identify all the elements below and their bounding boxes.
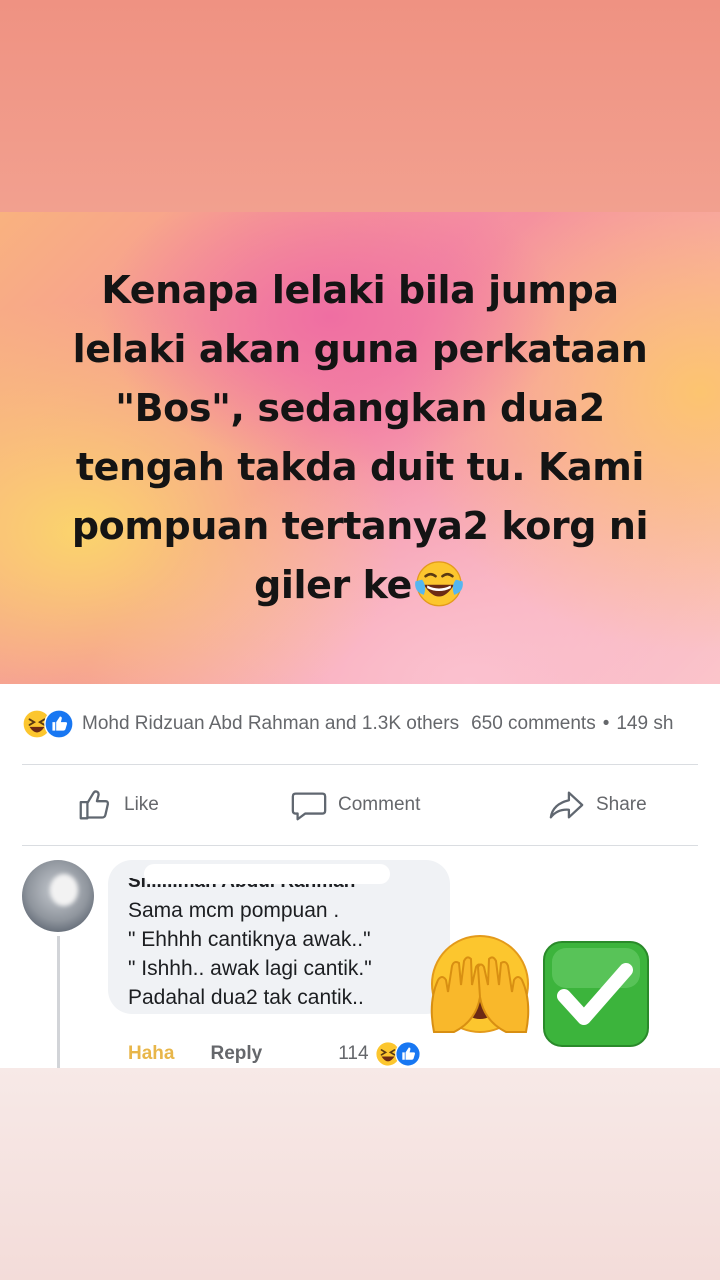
comment-line: Padahal dua2 tak cantik..	[128, 986, 364, 1009]
comment-line: " Ehhhh cantiknya awak.."	[128, 928, 371, 951]
comment-button[interactable]: Comment	[290, 784, 420, 826]
comment-thread-line	[57, 936, 60, 1068]
post-image-line: giler ke	[254, 563, 412, 607]
like-icon	[394, 1041, 421, 1067]
post-image[interactable]: Kenapa lelaki bila jumpa lelaki akan gun…	[0, 212, 720, 684]
comments-count[interactable]: 650 comments	[471, 713, 596, 735]
avatar[interactable]	[22, 860, 94, 932]
comment-reaction-count[interactable]: 114	[338, 1043, 368, 1065]
like-button[interactable]: Like	[76, 784, 159, 826]
like-label: Like	[124, 794, 159, 815]
comment-line: " Ishhh.. awak lagi cantik."	[128, 957, 372, 980]
comment-bubble-icon	[291, 792, 327, 821]
check-mark-button-emoji-icon	[543, 941, 649, 1047]
post-image-line: tengah takda duit tu. Kami	[75, 445, 645, 489]
laughing-tears-emoji-icon	[415, 561, 463, 607]
divider	[22, 845, 698, 846]
shares-count[interactable]: 149 sh	[616, 713, 673, 735]
comment-reply-button[interactable]: Reply	[210, 1043, 262, 1065]
post-image-line: lelaki akan guna perkataan	[72, 327, 648, 371]
comment-bubble: Si......man Abdul Rahman Sama mcm pompua…	[108, 860, 450, 1014]
share-arrow-icon	[549, 791, 584, 819]
comment-haha-button[interactable]: Haha	[128, 1043, 174, 1065]
comment-reaction-icons	[374, 1041, 421, 1067]
divider	[22, 764, 698, 765]
name-redaction-mask	[144, 864, 390, 884]
comment-text: Sama mcm pompuan . " Ehhhh cantiknya awa…	[128, 896, 430, 1012]
bottom-background-band	[0, 1068, 720, 1280]
avatar-blur	[50, 874, 78, 906]
face-with-hand-over-eyes-emoji-icon	[430, 935, 530, 1033]
like-icon	[44, 709, 74, 739]
separator-dot: •	[602, 713, 610, 734]
facebook-post-panel: Mohd Ridzuan Abd Rahman and 1.3K others …	[0, 684, 720, 1068]
post-image-line: pompuan tertanya2 korg ni	[71, 504, 649, 548]
post-image-text: Kenapa lelaki bila jumpa lelaki akan gun…	[40, 261, 680, 615]
reactions-summary-row[interactable]: Mohd Ridzuan Abd Rahman and 1.3K others …	[22, 706, 720, 742]
post-image-line-last: giler ke	[40, 556, 680, 615]
reaction-icons	[22, 709, 74, 739]
thumbs-up-icon	[79, 790, 110, 820]
share-label: Share	[596, 794, 647, 815]
share-button[interactable]: Share	[548, 784, 647, 826]
comment-label: Comment	[338, 794, 421, 815]
top-background-band	[0, 0, 720, 212]
post-image-line: Kenapa lelaki bila jumpa	[101, 268, 619, 312]
post-image-line: "Bos", sedangkan dua2	[115, 386, 605, 430]
reactions-summary-text: Mohd Ridzuan Abd Rahman and 1.3K others	[82, 713, 460, 734]
comment-actions: Haha Reply 114	[128, 1040, 468, 1068]
comment-line: Sama mcm pompuan .	[128, 899, 340, 922]
